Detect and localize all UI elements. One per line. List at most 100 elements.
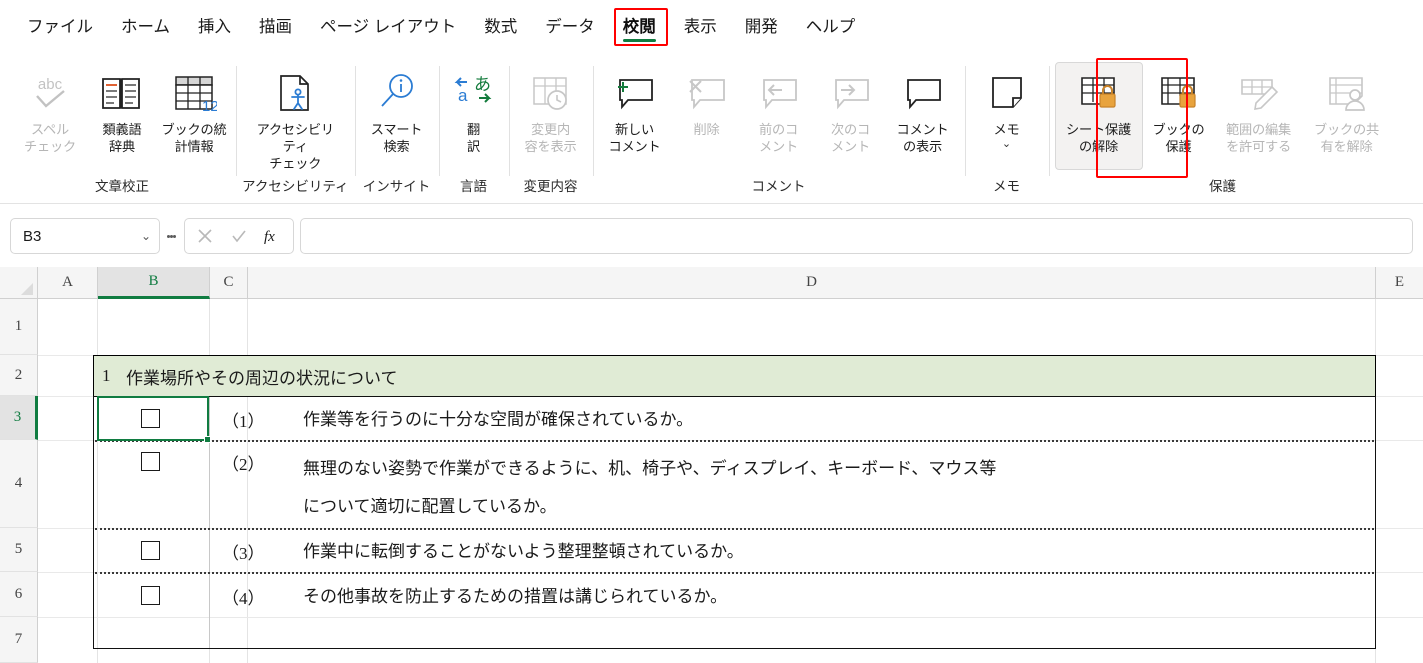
row-header-1[interactable]: 1 [0,299,38,355]
show-changes-icon [525,67,577,119]
column-header-b[interactable]: B [98,267,210,299]
tab-page-layout[interactable]: ページ レイアウト [307,10,469,45]
column-label: B [148,273,159,289]
accessibility-icon [269,67,321,119]
smart-lookup-button[interactable]: スマート 検索 [361,62,433,170]
tab-label: 表示 [683,17,717,36]
row-label: 1 [14,318,23,334]
show-comments-icon [897,67,949,119]
checkbox-item-3[interactable] [141,541,160,560]
sheet-protect-icon [1073,67,1125,119]
show-comments-button[interactable]: コメント の表示 [887,62,959,170]
spell-check-button[interactable]: abc スペル チェック [14,62,86,170]
tab-help[interactable]: ヘルプ [793,10,869,45]
group-label-proofing: 文章校正 [95,179,149,194]
previous-comment-button[interactable]: 前のコ メント [743,62,815,170]
smart-lookup-label: スマート 検索 [370,122,423,154]
thesaurus-button[interactable]: 類義語 辞典 [86,62,158,170]
tab-data[interactable]: データ [532,10,608,45]
chevron-down-icon[interactable]: ⌄ [1002,139,1011,150]
active-cell-b3[interactable] [97,396,211,443]
protect-workbook-button[interactable]: ブックの 保護 [1143,62,1215,170]
delete-comment-label: 削除 [693,122,720,137]
tab-home[interactable]: ホーム [108,10,183,45]
accessibility-check-button[interactable]: アクセシビリティ アクセシビリティ チェック [247,62,343,173]
group-label-comments: コメント [751,179,806,194]
checklist-text-4: その他事故を防止するための措置は講じられているか。 [303,587,728,606]
cell-area[interactable]: 1 作業場所やその周辺の状況について （1） 作業等を行うのに十分な空間が確保さ… [38,299,1423,663]
column-header-c[interactable]: C [210,267,248,299]
cancel-icon[interactable] [193,223,217,249]
formula-input[interactable] [300,218,1413,254]
name-box[interactable]: B3 ⌄ [10,218,160,254]
formula-bar: B3 ⌄ fx [0,205,1423,267]
column-header-a[interactable]: A [38,267,98,299]
column-label: D [806,274,817,290]
protect-workbook-label: ブックの 保護 [1152,122,1205,154]
tab-label: ページ レイアウト [320,17,457,36]
new-comment-button[interactable]: 新しい コメント [599,62,671,170]
ribbon-group-notes: メモ ⌄ メモ [964,56,1049,202]
tab-file[interactable]: ファイル [14,10,106,45]
show-changes-label: 変更内 容を表示 [524,122,577,154]
svg-text:123: 123 [202,98,217,115]
checklist-text-1: 作業等を行うのに十分な空間が確保されているか。 [303,410,694,429]
allow-edit-ranges-button[interactable]: 範囲の編集 を許可する [1215,62,1303,170]
allow-edit-icon [1233,67,1285,119]
row-label: 6 [14,585,23,602]
column-header-d[interactable]: D [248,267,1376,299]
insert-function-icon[interactable]: fx [261,223,285,249]
tab-insert[interactable]: 挿入 [185,10,244,45]
tab-review[interactable]: 校閲 [610,10,669,45]
unshare-workbook-button[interactable]: ブックの共 有を解除 [1303,62,1391,170]
chevron-down-icon[interactable]: ⌄ [141,229,151,243]
column-label: A [62,274,73,290]
fill-handle[interactable] [204,436,211,443]
checklist-number-3: （3） [222,544,265,563]
group-label-language: 言語 [460,179,488,194]
show-changes-button[interactable]: 変更内 容を表示 [515,62,587,170]
row-header-3[interactable]: 3 [0,396,38,440]
tab-developer[interactable]: 開発 [732,10,791,45]
tab-draw[interactable]: 描画 [246,10,305,45]
ribbon-group-insights: スマート 検索 インサイト [354,56,439,202]
next-comment-button[interactable]: 次のコ メント [815,62,887,170]
tab-label: 校閲 [622,17,656,36]
checkbox-item-4[interactable] [141,586,160,605]
column-header-e[interactable]: E [1376,267,1423,299]
row-header-7[interactable]: 7 [0,617,38,663]
tab-formulas[interactable]: 数式 [471,10,530,45]
ribbon-group-comments: 新しい コメント 削除 前のコ メント 次のコ メント コメント の表示 コメン… [592,56,965,202]
translate-button[interactable]: a あ 翻 訳 [445,62,503,170]
formula-actions: fx [184,218,294,254]
ribbon-group-changes: 変更内 容を表示 変更内容 [508,56,593,202]
group-label-protect: 保護 [1209,179,1237,194]
tab-view[interactable]: 表示 [671,10,730,45]
column-headers: A B C D E [0,267,1423,299]
workbook-statistics-button[interactable]: 123 ブックの統 計情報 [158,62,230,170]
spell-check-label: スペル チェック [24,122,76,154]
enter-icon[interactable] [227,223,251,249]
unshare-workbook-label: ブックの共 有を解除 [1314,122,1379,154]
select-all-corner[interactable] [0,267,38,299]
row-header-6[interactable]: 6 [0,572,38,617]
allow-edit-ranges-label: 範囲の編集 を許可する [1226,122,1291,154]
unprotect-sheet-button[interactable]: シート保護 の解除 [1054,62,1143,170]
row-header-2[interactable]: 2 [0,355,38,396]
row-header-4[interactable]: 4 [0,440,38,528]
unshare-workbook-icon [1321,67,1373,119]
group-label-notes: メモ [993,179,1021,194]
notes-button[interactable]: メモ ⌄ [971,62,1043,170]
svg-text:a: a [458,86,468,105]
checkbox-item-2[interactable] [141,452,160,471]
checklist-number-4: （4） [222,589,265,608]
row-label: 7 [14,631,23,647]
workbook-stats-icon: 123 [168,67,220,119]
formula-bar-options-icon[interactable] [160,218,182,254]
section-header-cell[interactable]: 1 作業場所やその周辺の状況について [93,355,1376,397]
workbook-statistics-label: ブックの統 計情報 [161,122,227,154]
delete-comment-button[interactable]: 削除 [671,62,743,170]
row-header-5[interactable]: 5 [0,528,38,572]
tab-label: 開発 [744,17,778,36]
note-icon [981,67,1033,119]
